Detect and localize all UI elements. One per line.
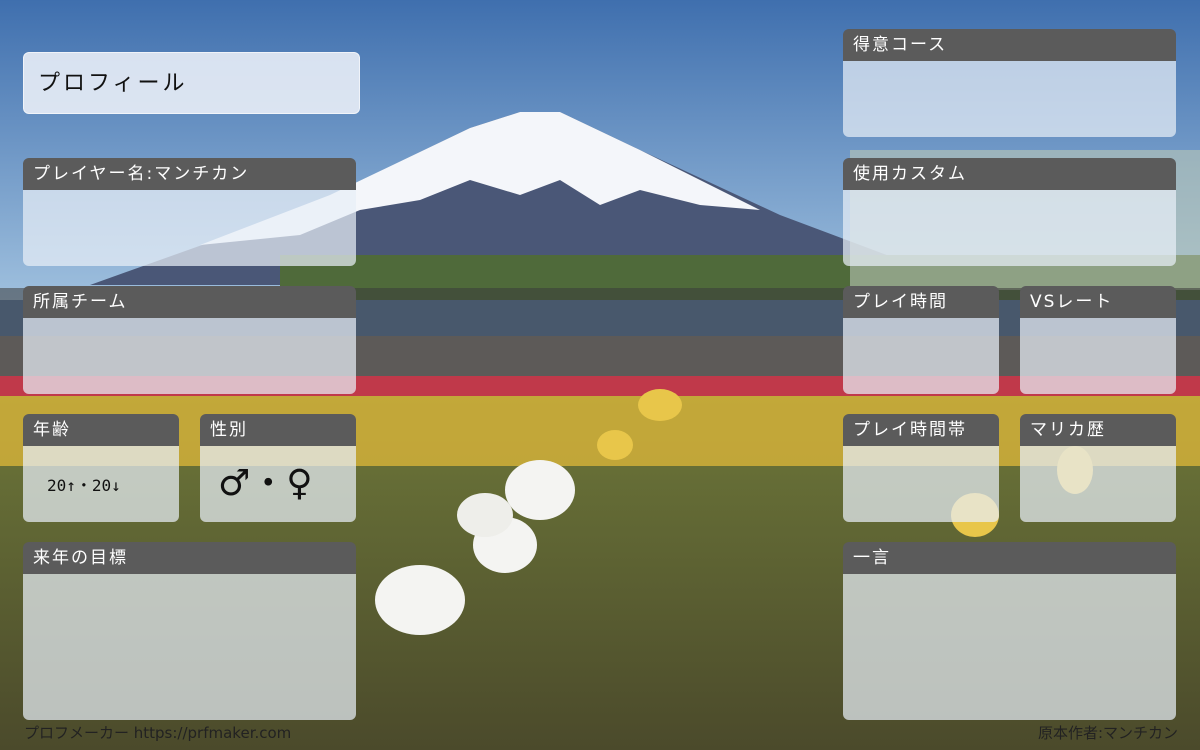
- comment-label: 一言: [843, 542, 1176, 574]
- course-label: 得意コース: [843, 29, 1176, 61]
- maker-credit: プロフメーカー https://prfmaker.com: [24, 724, 292, 742]
- gender-field[interactable]: ♂・♀: [200, 446, 356, 522]
- age-label: 年齢: [23, 414, 179, 446]
- custom-label: 使用カスタム: [843, 158, 1176, 190]
- goal-panel: 来年の目標: [23, 542, 356, 720]
- custom-panel: 使用カスタム: [843, 158, 1176, 266]
- play-hours-label: プレイ時間帯: [843, 414, 999, 446]
- author-credit: 原本作者:マンチカン: [1037, 724, 1178, 742]
- page-title: プロフィール: [23, 52, 360, 114]
- vs-rate-field[interactable]: [1020, 318, 1176, 394]
- play-hours-panel: プレイ時間帯: [843, 414, 999, 522]
- age-options: 20↑・20↓: [47, 476, 121, 495]
- goal-field[interactable]: [23, 574, 356, 720]
- play-time-field[interactable]: [843, 318, 999, 394]
- vs-rate-panel: VSレート: [1020, 286, 1176, 394]
- team-panel: 所属チーム: [23, 286, 356, 394]
- player-name-panel: プレイヤー名:マンチカン: [23, 158, 356, 266]
- age-field[interactable]: 20↑・20↓: [23, 446, 179, 522]
- play-hours-field[interactable]: [843, 446, 999, 522]
- play-time-panel: プレイ時間: [843, 286, 999, 394]
- age-panel: 年齢 20↑・20↓: [23, 414, 179, 522]
- team-field[interactable]: [23, 318, 356, 394]
- vs-rate-label: VSレート: [1020, 286, 1176, 318]
- course-panel: 得意コース: [843, 29, 1176, 137]
- comment-field[interactable]: [843, 574, 1176, 720]
- gender-options: ♂・♀: [218, 463, 313, 504]
- history-field[interactable]: [1020, 446, 1176, 522]
- history-label: マリカ歴: [1020, 414, 1176, 446]
- comment-panel: 一言: [843, 542, 1176, 720]
- course-field[interactable]: [843, 61, 1176, 137]
- play-time-label: プレイ時間: [843, 286, 999, 318]
- gender-panel: 性別 ♂・♀: [200, 414, 356, 522]
- history-panel: マリカ歴: [1020, 414, 1176, 522]
- team-label: 所属チーム: [23, 286, 356, 318]
- custom-field[interactable]: [843, 190, 1176, 266]
- gender-label: 性別: [200, 414, 356, 446]
- goal-label: 来年の目標: [23, 542, 356, 574]
- player-name-label: プレイヤー名:マンチカン: [23, 158, 356, 190]
- player-name-field[interactable]: [23, 190, 356, 266]
